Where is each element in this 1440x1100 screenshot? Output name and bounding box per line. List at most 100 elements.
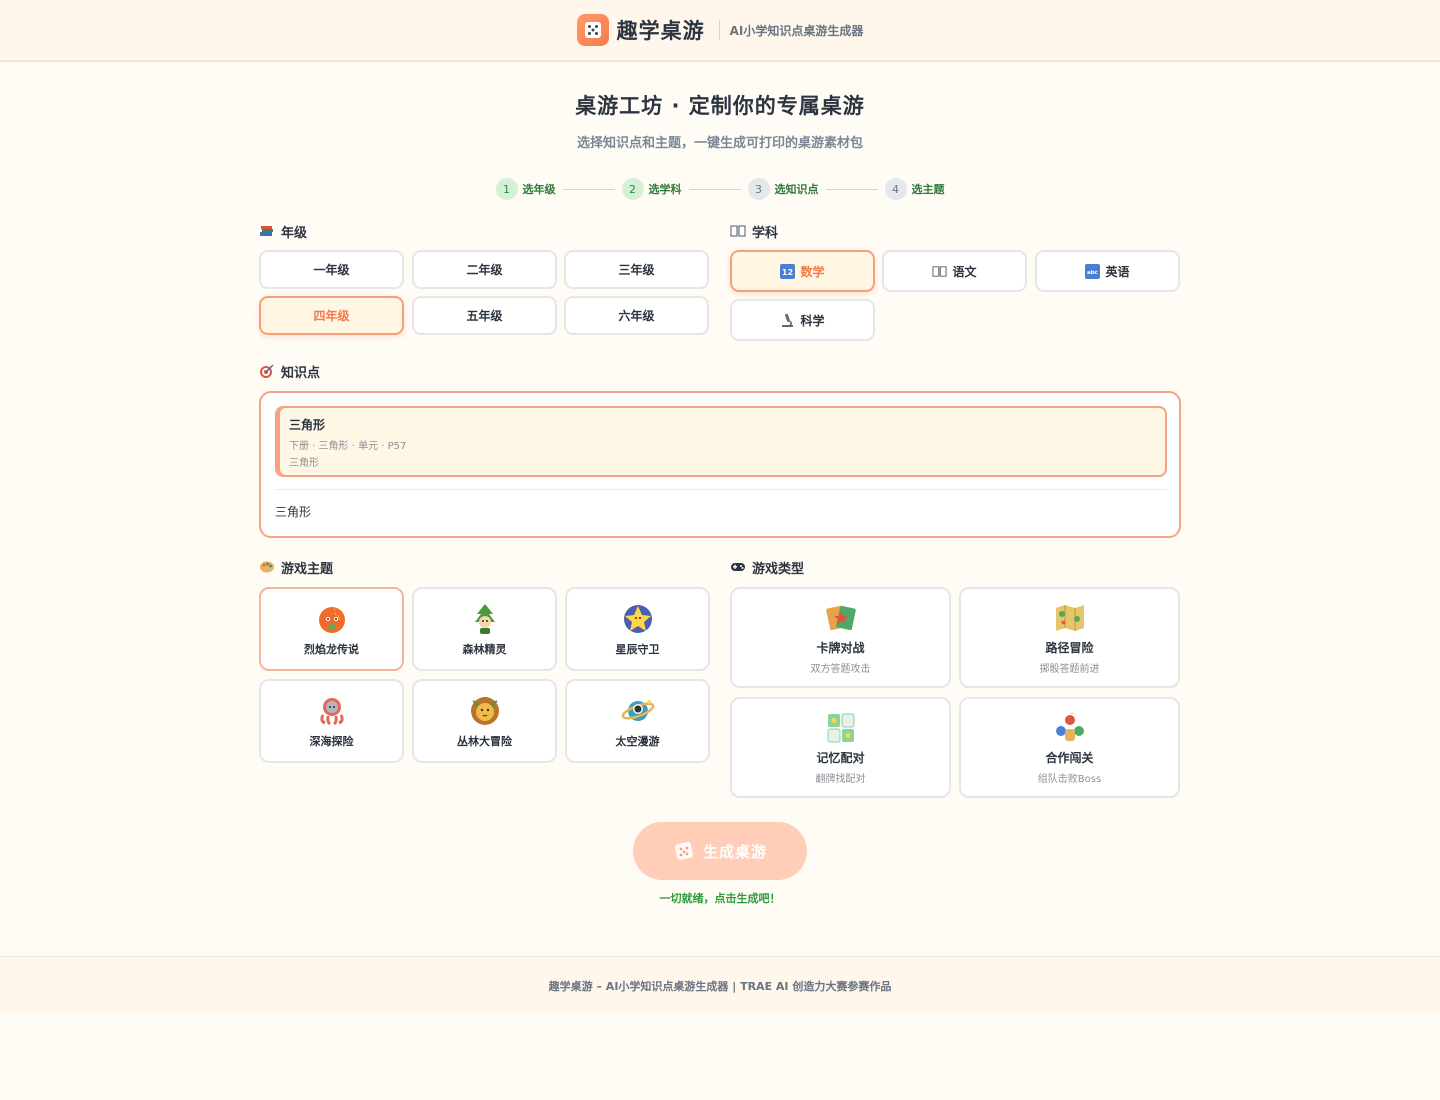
theme-option-forest[interactable]: 森林精灵 bbox=[412, 587, 557, 671]
page-subtitle: 选择知识点和主题，一键生成可打印的桌游素材包 bbox=[576, 136, 863, 151]
game-type-desc: 掷骰答题前进 bbox=[1039, 663, 1100, 675]
theme-option-label: 烈焰龙传说 bbox=[304, 643, 359, 656]
grade-option-label: 一年级 bbox=[313, 263, 350, 277]
step-2: 2 选学科 bbox=[621, 178, 682, 200]
theme-option-space[interactable]: 太空漫游 bbox=[565, 679, 710, 763]
abc-letters-icon: abc bbox=[1085, 263, 1101, 279]
fire-dragon-icon bbox=[318, 605, 345, 633]
game-type-section-label: 游戏类型 bbox=[730, 558, 805, 577]
grade-option-label: 五年级 bbox=[466, 309, 503, 323]
deep-sea-octopus-icon bbox=[319, 698, 344, 726]
knowledge-section-label: 知识点 bbox=[259, 362, 321, 381]
theme-option-jungle[interactable]: 丛林大冒险 bbox=[412, 679, 557, 763]
subject-option-label: 英语 bbox=[1105, 264, 1130, 279]
theme-section-label: 游戏主题 bbox=[259, 558, 334, 577]
step-number: 2 bbox=[621, 178, 644, 200]
step-connector bbox=[688, 188, 741, 190]
theme-option-label: 太空漫游 bbox=[615, 735, 660, 748]
subject-option-math[interactable]: 12 数学 bbox=[730, 250, 875, 292]
subject-option-english[interactable]: abc 英语 bbox=[1035, 250, 1180, 292]
jungle-lion-icon bbox=[470, 697, 499, 725]
generate-button-label: 生成桌游 bbox=[702, 842, 767, 861]
step-number: 4 bbox=[884, 178, 907, 200]
footer-text: 趣学桌游 – AI小学知识点桌游生成器 | TRAE AI 创造力大赛参赛作品 bbox=[548, 979, 892, 993]
step-connector bbox=[825, 188, 878, 190]
step-number: 3 bbox=[747, 178, 770, 200]
theme-option-star[interactable]: 星辰守卫 bbox=[565, 587, 710, 671]
brand-tagline: AI小学知识点桌游生成器 bbox=[729, 23, 864, 38]
step-connector bbox=[562, 188, 615, 190]
game-type-label: 记忆配对 bbox=[816, 750, 865, 765]
subject-option-label: 数学 bbox=[800, 264, 825, 279]
step-1: 1 选年级 bbox=[495, 178, 556, 200]
game-type-card-memory[interactable]: 记忆配对 翻牌找配对 bbox=[730, 697, 951, 798]
step-label: 选主题 bbox=[911, 183, 945, 196]
subject-label-text: 学科 bbox=[752, 225, 779, 241]
grade-option-label: 四年级 bbox=[313, 309, 350, 323]
theme-option-label: 深海探险 bbox=[309, 735, 354, 748]
knowledge-divider bbox=[275, 489, 1167, 490]
ready-status-text: 一切就绪，点击生成吧！ bbox=[659, 892, 781, 905]
knowledge-card-desc: 三角形 bbox=[289, 458, 319, 469]
grade-option-2[interactable]: 二年级 bbox=[412, 250, 557, 289]
grade-label-text: 年级 bbox=[281, 225, 308, 241]
svg-text:abc: abc bbox=[1088, 270, 1099, 276]
grade-option-4[interactable]: 四年级 bbox=[259, 296, 404, 335]
step-label: 选知识点 bbox=[774, 183, 819, 196]
dice-logo-icon bbox=[576, 14, 609, 46]
game-type-label-text: 游戏类型 bbox=[752, 561, 805, 577]
step-indicator: 1 选年级 2 选学科 3 选知识点 4 选主题 bbox=[0, 177, 1440, 201]
memory-cards-icon bbox=[827, 713, 854, 742]
subject-option-label: 语文 bbox=[952, 264, 977, 279]
knowledge-label-text: 知识点 bbox=[281, 365, 321, 381]
grade-option-label: 六年级 bbox=[618, 309, 655, 323]
game-type-desc: 组队击败Boss bbox=[1037, 773, 1102, 785]
theme-option-ocean[interactable]: 深海探险 bbox=[259, 679, 404, 763]
subject-option-science[interactable]: 科学 bbox=[730, 299, 875, 341]
grade-option-3[interactable]: 三年级 bbox=[564, 250, 709, 289]
subject-option-chinese[interactable]: 语文 bbox=[882, 250, 1027, 292]
step-3: 3 选知识点 bbox=[747, 178, 819, 200]
page-footer: 趣学桌游 – AI小学知识点桌游生成器 | TRAE AI 创造力大赛参赛作品 bbox=[0, 956, 1440, 1014]
game-type-desc: 翻牌找配对 bbox=[815, 773, 866, 785]
grade-option-6[interactable]: 六年级 bbox=[564, 296, 709, 335]
star-guardian-icon bbox=[623, 605, 652, 633]
gamepad-icon bbox=[730, 559, 746, 575]
grade-option-5[interactable]: 五年级 bbox=[412, 296, 557, 335]
grade-option-1[interactable]: 一年级 bbox=[259, 250, 404, 289]
grade-section-label: 年级 bbox=[259, 222, 308, 241]
dice-icon bbox=[673, 840, 695, 862]
game-type-card-battle[interactable]: 卡牌对战 双方答题攻击 bbox=[730, 587, 951, 688]
step-label: 选年级 bbox=[522, 183, 556, 196]
theme-option-dragon[interactable]: 烈焰龙传说 bbox=[259, 587, 404, 671]
brand-divider bbox=[718, 20, 720, 40]
app-header: 趣学桌游 AI小学知识点桌游生成器 bbox=[0, 0, 1440, 62]
knowledge-card-selected[interactable]: 三角形 下册 · 三角形 · 单元 · P57 三角形 bbox=[275, 406, 1167, 477]
step-number: 1 bbox=[495, 178, 518, 200]
coop-team-icon bbox=[1055, 711, 1084, 741]
knowledge-input[interactable]: 三角形 bbox=[275, 503, 311, 520]
grade-option-label: 三年级 bbox=[618, 263, 655, 277]
space-astronaut-icon bbox=[621, 700, 654, 721]
knowledge-selector: 三角形 下册 · 三角形 · 单元 · P57 三角形 三角形 bbox=[259, 391, 1181, 538]
open-book-icon bbox=[932, 264, 948, 279]
microscope-icon bbox=[780, 313, 795, 328]
generate-button[interactable]: 生成桌游 bbox=[633, 822, 807, 880]
grade-option-label: 二年级 bbox=[466, 263, 503, 277]
brand-name: 趣学桌游 bbox=[616, 19, 705, 43]
page-title: 桌游工坊 · 定制你的专属桌游 bbox=[575, 94, 865, 118]
theme-option-label: 丛林大冒险 bbox=[457, 735, 512, 748]
books-icon bbox=[259, 223, 275, 239]
game-type-label: 路径冒险 bbox=[1045, 640, 1094, 655]
game-type-desc: 双方答题攻击 bbox=[810, 663, 871, 675]
theme-option-label: 星辰守卫 bbox=[615, 643, 660, 656]
open-book-icon bbox=[730, 223, 746, 239]
step-4: 4 选主题 bbox=[884, 178, 945, 200]
game-type-label: 卡牌对战 bbox=[816, 640, 865, 655]
card-battle-icon bbox=[825, 605, 856, 630]
subject-option-label: 科学 bbox=[800, 313, 825, 328]
game-type-card-path[interactable]: 路径冒险 掷骰答题前进 bbox=[959, 587, 1180, 688]
theme-label-text: 游戏主题 bbox=[281, 561, 334, 577]
game-type-card-coop[interactable]: 合作闯关 组队击败Boss bbox=[959, 697, 1180, 798]
game-type-label: 合作闯关 bbox=[1045, 750, 1094, 765]
